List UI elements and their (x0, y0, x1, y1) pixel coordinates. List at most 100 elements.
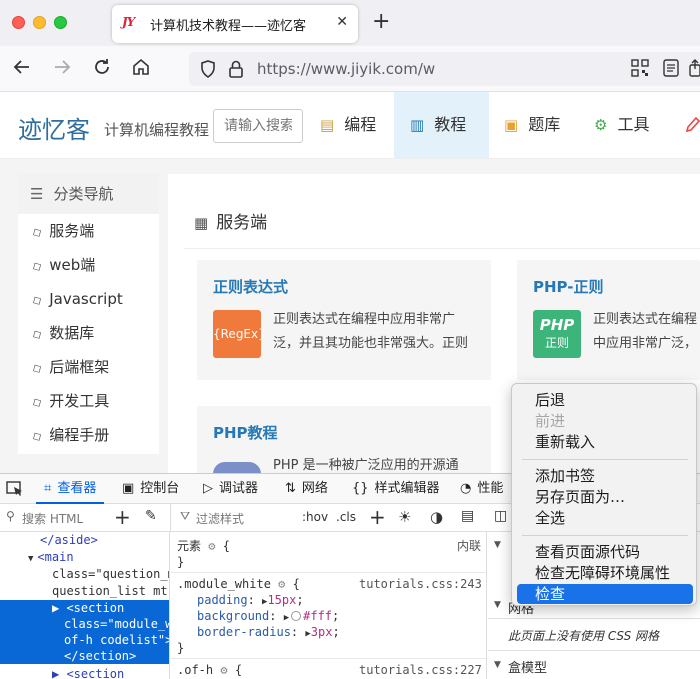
collapse-triangle-icon[interactable]: ▼ (494, 660, 501, 670)
sidebar-item-database[interactable]: ◇ 数据库 (18, 316, 159, 350)
tag-icon: ◇ (29, 325, 45, 343)
tab-label: 性能 (477, 481, 504, 496)
html-node[interactable]: ▶ <section (0, 666, 169, 679)
pencil-icon[interactable] (684, 114, 700, 138)
html-node-selected[interactable]: of-h codelist"> (0, 632, 169, 648)
menu-item-select-all[interactable]: 全选 (517, 508, 693, 528)
debugger-icon: ▷ (203, 481, 213, 496)
minimize-window-button[interactable] (33, 16, 46, 29)
html-node[interactable]: question_list mt (0, 583, 169, 599)
menu-item-tutorials[interactable]: ▥ 教程 (394, 92, 489, 158)
dark-theme-icon[interactable]: ◑ (430, 508, 443, 526)
url-text[interactable]: https://www.jiyik.com/w (257, 60, 435, 78)
sidebar-item-dev-tools[interactable]: ◇ 开发工具 (18, 384, 159, 418)
maximize-window-button[interactable] (54, 16, 67, 29)
menu-item-reload[interactable]: 重新载入 (517, 432, 693, 452)
collapse-triangle-icon[interactable]: ▼ (494, 540, 501, 550)
tab-inspector[interactable]: ⌗ 查看器 (36, 474, 105, 504)
qr-code-icon[interactable] (631, 59, 649, 81)
section-divider (184, 248, 700, 249)
tag-icon: ◇ (29, 291, 45, 309)
class-toggle[interactable]: .cls (336, 510, 356, 524)
html-node[interactable]: ▼ <main (0, 549, 169, 565)
card-php-tutorial[interactable]: PHP教程 PHP 是一种被广泛应用的开源通 (197, 406, 491, 474)
print-media-icon[interactable]: ▤ (461, 508, 474, 524)
html-search-input[interactable]: 搜索 HTML (22, 510, 83, 527)
eyedropper-icon[interactable]: ✎ (145, 508, 157, 524)
sidebar-item-javascript[interactable]: ◇ Javascript (18, 282, 159, 316)
menu-item-inspect[interactable]: 检查 (517, 584, 693, 604)
browser-tab[interactable]: JY 计算机技术教程——迹忆客 ✕ (112, 5, 358, 43)
home-icon[interactable] (131, 57, 151, 82)
gear-icon[interactable]: ⚙ (220, 663, 227, 677)
sidebar-item-manuals[interactable]: ◇ 编程手册 (18, 418, 159, 452)
gear-icon[interactable]: ⚙ (278, 577, 285, 591)
add-node-icon[interactable]: + (114, 505, 131, 529)
lock-icon[interactable] (228, 59, 244, 83)
tab-performance[interactable]: ◔ 性能 (460, 474, 503, 504)
tab-style-editor[interactable]: {} 样式编辑器 (352, 474, 440, 504)
sidebar-item-backend-framework[interactable]: ◇ 后端框架 (18, 350, 159, 384)
card-regex[interactable]: 正则表达式 {RegEx} 正则表达式在编程中应用非常广泛，并且其功能也非常强大… (197, 260, 491, 380)
menu-item-question-bank[interactable]: ▣ 题库 (496, 92, 574, 158)
sidebar-item-web[interactable]: ◇ web端 (18, 248, 159, 282)
tab-close-icon[interactable]: ✕ (336, 14, 348, 30)
tab-label: 样式编辑器 (374, 481, 440, 496)
hover-toggle[interactable]: :hov (302, 510, 328, 524)
shield-icon[interactable] (199, 59, 217, 83)
rule-selector[interactable]: .of-h ⚙ { (177, 662, 242, 678)
box-model-heading[interactable]: 盒模型 (508, 657, 547, 676)
menu-item-back[interactable]: 后退 (517, 390, 693, 410)
pick-element-icon[interactable] (6, 481, 24, 501)
element-rule-label: 元素 ⚙ { (177, 538, 230, 554)
gear-icon[interactable]: ⚙ (208, 539, 215, 553)
rule-selector[interactable]: .module_white ⚙ { (177, 576, 300, 592)
html-node[interactable]: class="question_m (0, 566, 169, 582)
rule-source-link[interactable]: tutorials.css:243 (359, 576, 482, 592)
menu-item-programming[interactable]: ▤ 编程 (312, 92, 390, 158)
tag-icon: ◇ (29, 223, 45, 241)
color-swatch-icon[interactable] (291, 611, 302, 621)
php-regex-logo: PHP 正则 (533, 310, 581, 358)
tab-network[interactable]: ⇅ 网络 (285, 474, 328, 504)
html-node-selected[interactable]: ▶ <section (0, 600, 169, 616)
html-node-selected[interactable]: class="module_w (0, 616, 169, 632)
sidebar-item-server[interactable]: ◇ 服务端 (18, 214, 159, 248)
url-bar[interactable]: https://www.jiyik.com/w (189, 52, 700, 86)
menu-item-save-page[interactable]: 另存页面为… (517, 487, 693, 507)
menu-item-bookmark[interactable]: 添加书签 (517, 466, 693, 486)
add-rule-icon[interactable]: + (369, 505, 386, 529)
forward-icon[interactable] (52, 57, 72, 82)
tab-debugger[interactable]: ▷ 调试器 (203, 474, 258, 504)
new-tab-button[interactable]: + (372, 9, 390, 34)
share-icon[interactable] (689, 59, 700, 81)
card-php-regex[interactable]: PHP-正则 PHP 正则 正则表达式在编程中应用非常广泛，其中php是基于 (517, 260, 700, 380)
collapse-triangle-icon[interactable]: ▼ (494, 600, 501, 610)
tab-console[interactable]: ▣ 控制台 (122, 474, 179, 504)
css-declaration[interactable]: padding: ▶15px; (197, 592, 304, 608)
site-logo[interactable]: 迹忆客 (18, 110, 90, 145)
menu-item-tools[interactable]: ⚙ 工具 (586, 92, 664, 158)
menu-item-view-source[interactable]: 查看页面源代码 (517, 542, 693, 562)
light-theme-icon[interactable]: ☀ (398, 508, 411, 526)
back-icon[interactable] (12, 57, 32, 82)
tag-icon: ◇ (29, 393, 45, 411)
reader-icon[interactable] (663, 59, 679, 81)
rule-source-link[interactable]: tutorials.css:227 (359, 662, 482, 678)
site-search-input[interactable] (213, 109, 303, 143)
card-title[interactable]: 正则表达式 (213, 276, 288, 297)
filter-styles-input[interactable]: 过滤样式 (196, 510, 244, 527)
expand-triangle-icon[interactable]: ▶ (284, 613, 289, 623)
close-window-button[interactable] (12, 16, 25, 29)
expand-triangle-icon[interactable]: ▼ (28, 554, 33, 564)
monitor-icon: ▤ (320, 116, 335, 134)
card-title[interactable]: PHP-正则 (533, 276, 604, 297)
reload-icon[interactable] (92, 57, 112, 82)
layout-pane-icon[interactable]: ◫ (494, 508, 507, 524)
card-title[interactable]: PHP教程 (213, 422, 278, 443)
html-node[interactable]: </aside> (0, 532, 169, 548)
css-declaration[interactable]: border-radius: ▶3px; (197, 624, 340, 640)
css-declaration[interactable]: background: ▶ #fff; (197, 608, 339, 624)
html-node-selected[interactable]: </section> (0, 648, 169, 664)
menu-item-inspect-accessibility[interactable]: 检查无障碍环境属性 (517, 563, 693, 583)
